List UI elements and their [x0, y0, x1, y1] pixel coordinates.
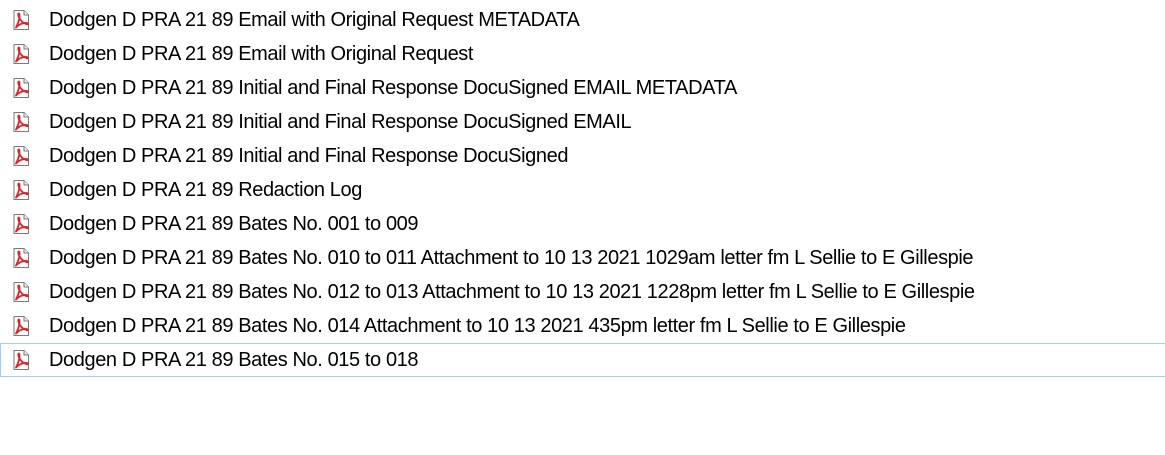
file-list-item[interactable]: Dodgen D PRA 21 89 Bates No. 015 to 018 — [0, 343, 1165, 377]
pdf-file-icon — [9, 144, 33, 168]
pdf-file-icon — [9, 42, 33, 66]
file-name: Dodgen D PRA 21 89 Bates No. 014 Attachm… — [49, 315, 906, 337]
pdf-file-icon — [9, 178, 33, 202]
file-list: Dodgen D PRA 21 89 Email with Original R… — [0, 3, 1165, 377]
file-list-item[interactable]: Dodgen D PRA 21 89 Initial and Final Res… — [0, 71, 1165, 105]
file-list-item[interactable]: Dodgen D PRA 21 89 Initial and Final Res… — [0, 105, 1165, 139]
pdf-file-icon — [9, 314, 33, 338]
file-name: Dodgen D PRA 21 89 Bates No. 010 to 011 … — [49, 247, 974, 269]
file-list-item[interactable]: Dodgen D PRA 21 89 Initial and Final Res… — [0, 139, 1165, 173]
pdf-file-icon — [9, 280, 33, 304]
pdf-file-icon — [9, 76, 33, 100]
pdf-file-icon — [9, 212, 33, 236]
pdf-file-icon — [9, 110, 33, 134]
file-name: Dodgen D PRA 21 89 Initial and Final Res… — [49, 145, 569, 167]
file-list-item[interactable]: Dodgen D PRA 21 89 Redaction Log — [0, 173, 1165, 207]
file-name: Dodgen D PRA 21 89 Bates No. 012 to 013 … — [49, 281, 975, 303]
pdf-file-icon — [9, 348, 33, 372]
file-name: Dodgen D PRA 21 89 Initial and Final Res… — [49, 111, 632, 133]
file-list-item[interactable]: Dodgen D PRA 21 89 Bates No. 014 Attachm… — [0, 309, 1165, 343]
file-name: Dodgen D PRA 21 89 Bates No. 001 to 009 — [49, 213, 419, 235]
file-name: Dodgen D PRA 21 89 Initial and Final Res… — [49, 77, 737, 99]
file-name: Dodgen D PRA 21 89 Email with Original R… — [49, 9, 580, 31]
pdf-file-icon — [9, 8, 33, 32]
file-list-item[interactable]: Dodgen D PRA 21 89 Bates No. 012 to 013 … — [0, 275, 1165, 309]
file-list-item[interactable]: Dodgen D PRA 21 89 Email with Original R… — [0, 37, 1165, 71]
file-list-item[interactable]: Dodgen D PRA 21 89 Bates No. 001 to 009 — [0, 207, 1165, 241]
file-list-item[interactable]: Dodgen D PRA 21 89 Email with Original R… — [0, 3, 1165, 37]
file-name: Dodgen D PRA 21 89 Email with Original R… — [49, 43, 474, 65]
file-name: Dodgen D PRA 21 89 Redaction Log — [49, 179, 362, 201]
pdf-file-icon — [9, 246, 33, 270]
file-name: Dodgen D PRA 21 89 Bates No. 015 to 018 — [49, 349, 419, 371]
file-list-item[interactable]: Dodgen D PRA 21 89 Bates No. 010 to 011 … — [0, 241, 1165, 275]
